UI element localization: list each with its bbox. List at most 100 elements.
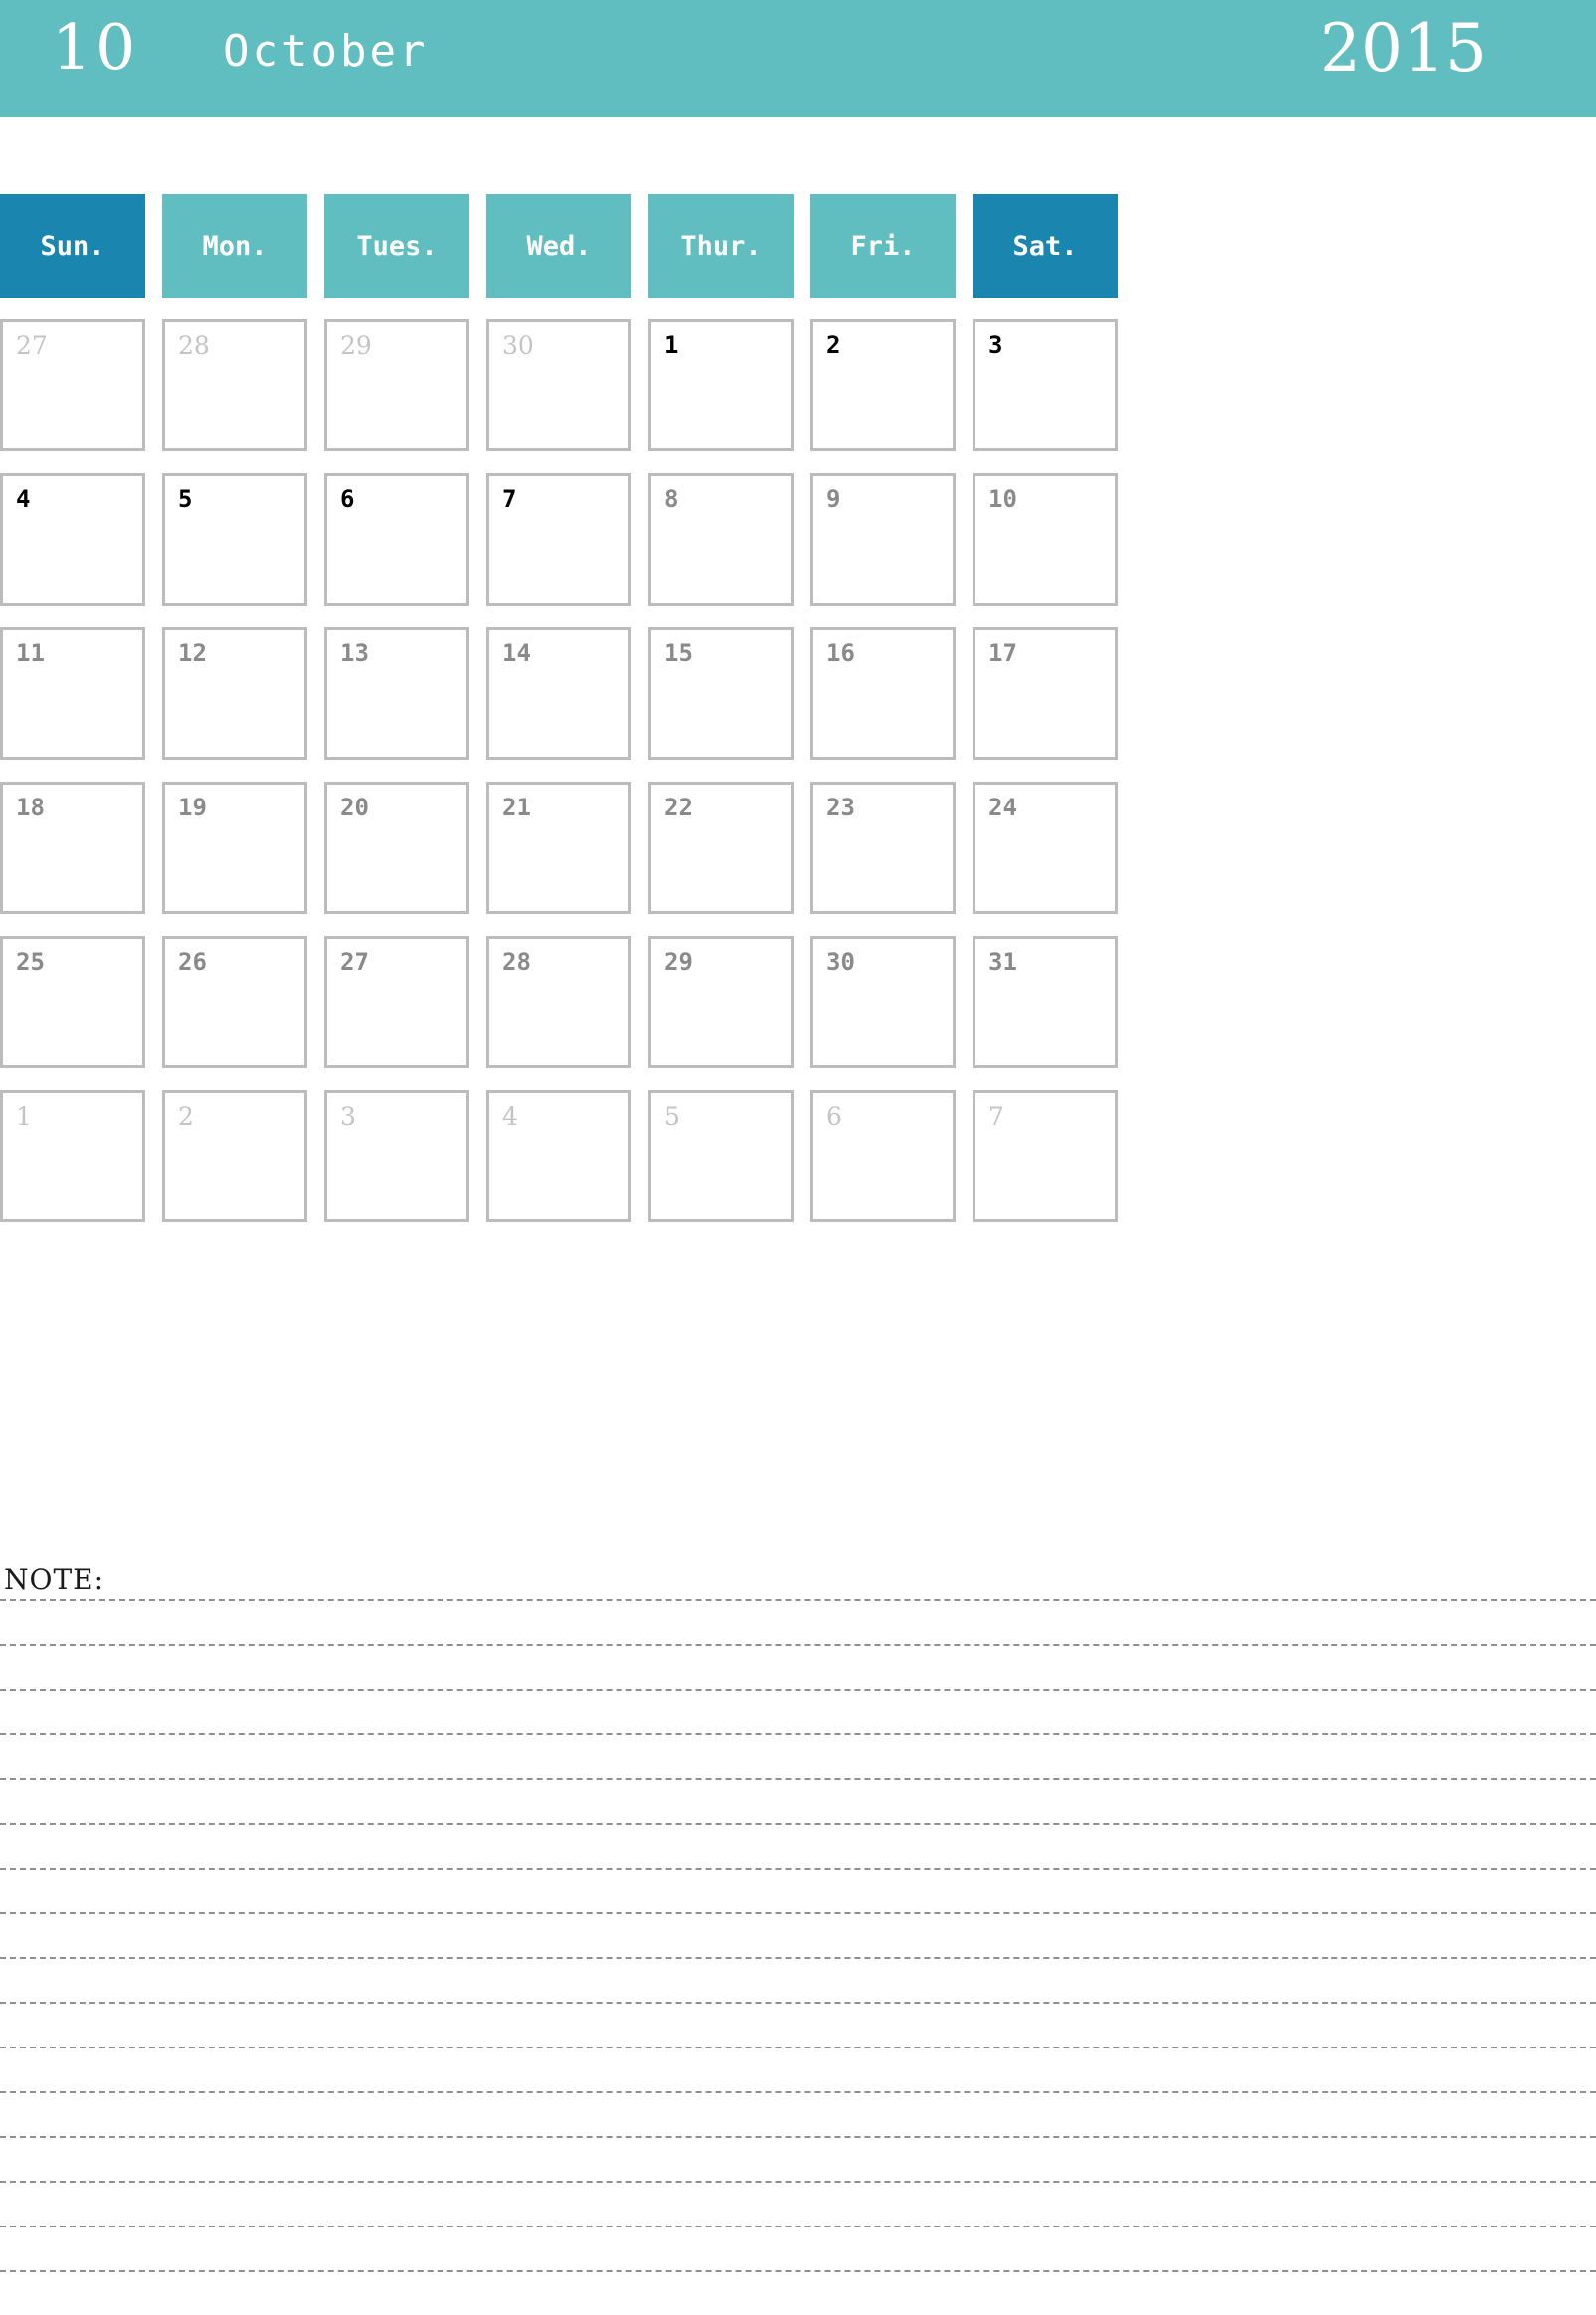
date-cell[interactable]: 12 (162, 627, 307, 760)
weekday-header-thur: Thur. (648, 194, 794, 298)
date-cell[interactable]: 29 (324, 319, 469, 451)
date-number: 29 (340, 331, 372, 360)
date-cell[interactable]: 29 (648, 936, 794, 1068)
date-cell[interactable]: 27 (0, 319, 145, 451)
date-number: 5 (664, 1102, 680, 1131)
date-cell[interactable]: 28 (162, 319, 307, 451)
date-cell[interactable]: 4 (486, 1090, 631, 1222)
note-line[interactable] (0, 1912, 1596, 1914)
date-cell[interactable]: 31 (973, 936, 1118, 1068)
note-line[interactable] (0, 2136, 1596, 2138)
weekday-header-fri: Fri. (810, 194, 956, 298)
note-line[interactable] (0, 1644, 1596, 1646)
date-cell[interactable]: 3 (324, 1090, 469, 1222)
date-number: 7 (502, 485, 517, 513)
date-cell[interactable]: 11 (0, 627, 145, 760)
date-number: 23 (826, 794, 855, 821)
date-cell[interactable]: 28 (486, 936, 631, 1068)
note-line[interactable] (0, 2270, 1596, 2272)
month-name: October (223, 26, 429, 77)
date-cell[interactable]: 20 (324, 782, 469, 914)
note-line[interactable] (0, 1823, 1596, 1825)
date-cell[interactable]: 27 (324, 936, 469, 1068)
date-number: 21 (502, 794, 531, 821)
date-cell[interactable]: 1 (0, 1090, 145, 1222)
week-row: 11 12 13 14 15 16 17 (0, 627, 1596, 760)
date-cell[interactable]: 30 (810, 936, 956, 1068)
note-line[interactable] (0, 1689, 1596, 1691)
date-number: 3 (988, 331, 1003, 359)
date-cell[interactable]: 6 (810, 1090, 956, 1222)
date-cell[interactable]: 3 (973, 319, 1118, 451)
date-number: 31 (988, 948, 1017, 976)
weekday-header-sun: Sun. (0, 194, 145, 298)
date-cell[interactable]: 14 (486, 627, 631, 760)
date-number: 10 (988, 485, 1017, 513)
date-cell[interactable]: 1 (648, 319, 794, 451)
date-cell[interactable]: 18 (0, 782, 145, 914)
calendar-grid: Sun. Mon. Tues. Wed. Thur. Fri. Sat. 27 28 29 30 1… (0, 194, 1596, 1244)
date-number: 30 (826, 948, 855, 976)
date-number: 4 (16, 485, 31, 513)
date-number: 18 (16, 794, 45, 821)
weekday-header-mon: Mon. (162, 194, 307, 298)
date-number: 9 (826, 485, 841, 513)
date-number: 30 (502, 331, 534, 360)
week-row: 25 26 27 28 29 30 31 (0, 936, 1596, 1068)
note-line[interactable] (0, 1599, 1596, 1601)
date-number: 1 (664, 331, 679, 359)
weekday-header-tues: Tues. (324, 194, 469, 298)
date-cell[interactable]: 23 (810, 782, 956, 914)
note-line[interactable] (0, 1957, 1596, 1959)
note-writing-lines[interactable] (0, 1599, 1596, 2315)
date-number: 14 (502, 639, 531, 667)
date-cell[interactable]: 15 (648, 627, 794, 760)
week-row: 4 5 6 7 8 9 10 (0, 473, 1596, 606)
date-cell[interactable]: 8 (648, 473, 794, 606)
note-line[interactable] (0, 1778, 1596, 1780)
date-number: 15 (664, 639, 693, 667)
date-number: 6 (826, 1102, 842, 1131)
week-row: 27 28 29 30 1 2 3 (0, 319, 1596, 451)
date-cell[interactable]: 7 (973, 1090, 1118, 1222)
note-line[interactable] (0, 2091, 1596, 2093)
date-cell[interactable]: 26 (162, 936, 307, 1068)
note-label: NOTE: (4, 1563, 105, 1596)
date-number: 24 (988, 794, 1017, 821)
note-line[interactable] (0, 2181, 1596, 2183)
date-cell[interactable]: 22 (648, 782, 794, 914)
date-cell[interactable]: 9 (810, 473, 956, 606)
date-cell[interactable]: 30 (486, 319, 631, 451)
date-cell[interactable]: 17 (973, 627, 1118, 760)
date-number: 3 (340, 1102, 356, 1131)
date-number: 12 (178, 639, 207, 667)
note-line[interactable] (0, 2002, 1596, 2004)
date-cell[interactable]: 21 (486, 782, 631, 914)
date-number: 6 (340, 485, 355, 513)
note-line[interactable] (0, 2047, 1596, 2048)
date-cell[interactable]: 16 (810, 627, 956, 760)
date-number: 2 (826, 331, 841, 359)
date-cell[interactable]: 2 (162, 1090, 307, 1222)
date-cell[interactable]: 19 (162, 782, 307, 914)
date-cell[interactable]: 10 (973, 473, 1118, 606)
note-line[interactable] (0, 1868, 1596, 1870)
date-number: 17 (988, 639, 1017, 667)
date-cell[interactable]: 7 (486, 473, 631, 606)
date-cell[interactable]: 6 (324, 473, 469, 606)
date-cell[interactable]: 5 (162, 473, 307, 606)
date-number: 27 (16, 331, 48, 360)
note-line[interactable] (0, 1733, 1596, 1735)
date-cell[interactable]: 4 (0, 473, 145, 606)
calendar-title-banner: 10 October 2015 (0, 0, 1596, 117)
date-cell[interactable]: 13 (324, 627, 469, 760)
weekday-header-wed: Wed. (486, 194, 631, 298)
date-number: 25 (16, 948, 45, 976)
date-number: 28 (502, 948, 531, 976)
date-cell[interactable]: 5 (648, 1090, 794, 1222)
date-cell[interactable]: 24 (973, 782, 1118, 914)
note-line[interactable] (0, 2226, 1596, 2227)
date-number: 11 (16, 639, 45, 667)
date-cell[interactable]: 25 (0, 936, 145, 1068)
date-cell[interactable]: 2 (810, 319, 956, 451)
